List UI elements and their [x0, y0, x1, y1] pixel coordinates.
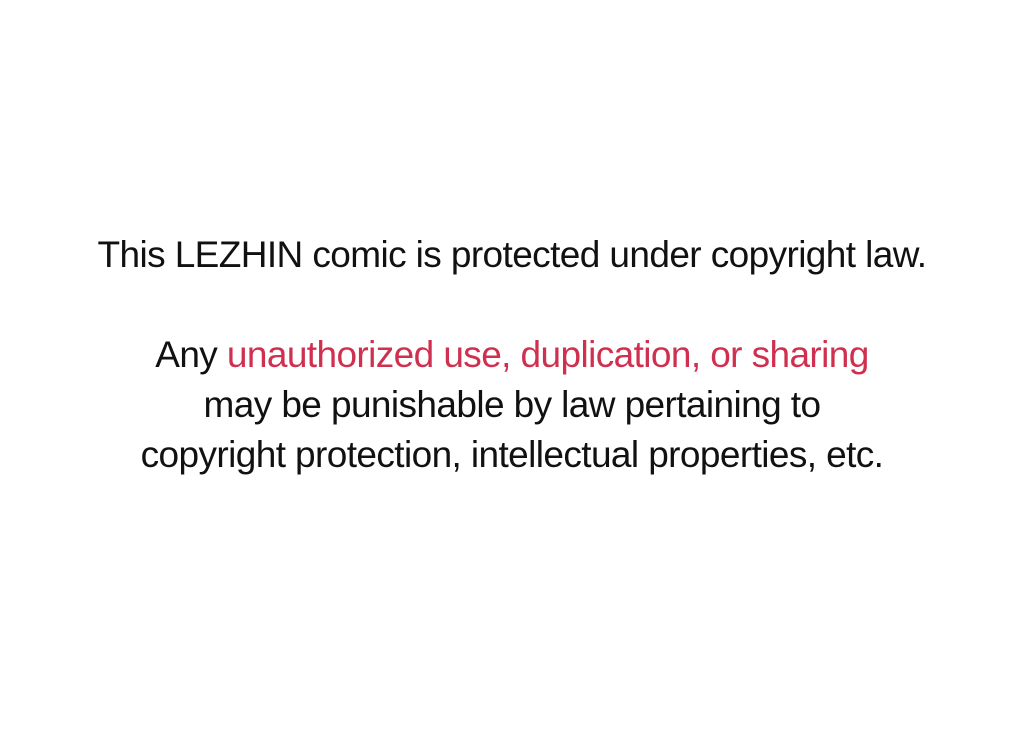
unauthorized-use-highlight: unauthorized use, duplication, or sharin…	[226, 334, 869, 375]
notice-line-4: copyright protection, intellectual prope…	[140, 434, 884, 475]
notice-line-2-prefix: Any	[155, 334, 227, 375]
notice-heading: This LEZHIN comic is protected under cop…	[97, 234, 928, 275]
copyright-notice-page: This LEZHIN comic is protected under cop…	[0, 0, 1024, 750]
notice-line-3: may be punishable by law pertaining to	[203, 384, 821, 425]
notice-line-2: Any unauthorized use, duplication, or sh…	[0, 333, 1024, 377]
